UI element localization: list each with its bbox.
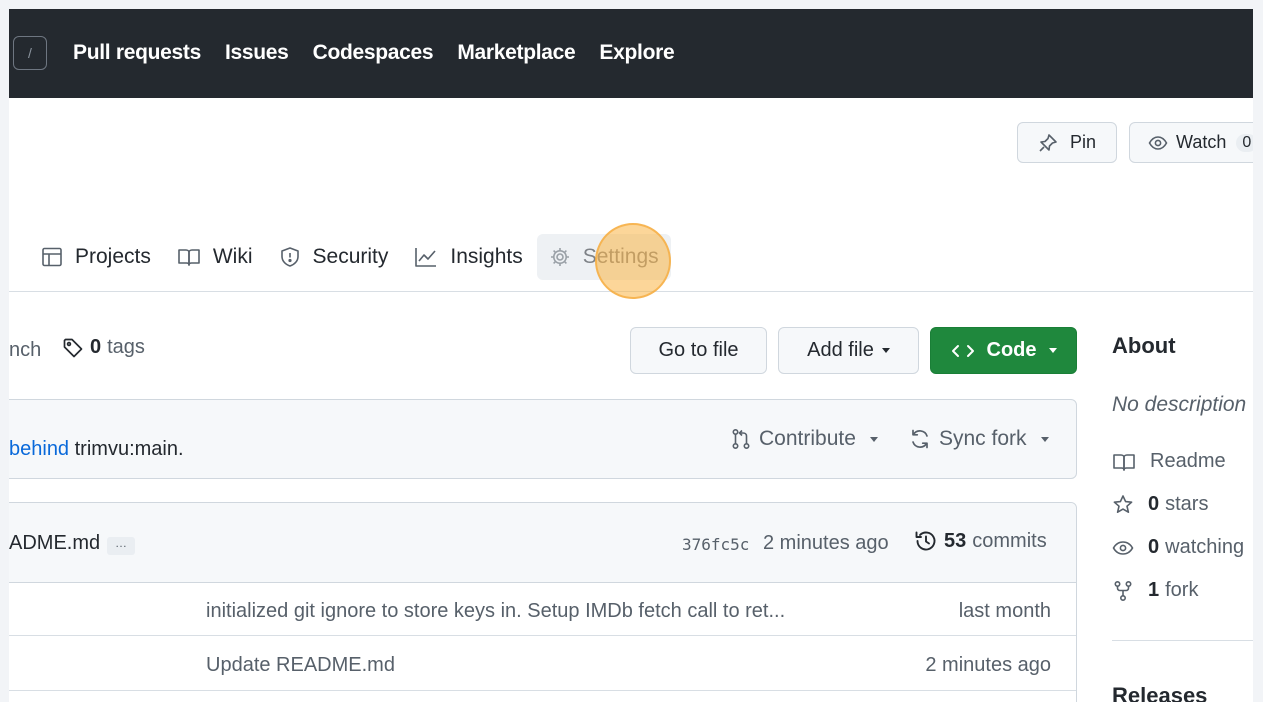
nav-issues[interactable]: Issues (225, 41, 289, 65)
go-to-file-button[interactable]: Go to file (630, 327, 767, 374)
tags-link[interactable]: 0 tags (62, 336, 145, 359)
about-heading: About (1112, 333, 1176, 358)
watch-count: 0 (1236, 133, 1253, 152)
forks-count: 1 (1148, 579, 1160, 601)
behind-link[interactable]: behind (9, 438, 69, 460)
table-icon (42, 247, 62, 267)
commit-time: 2 minutes ago (763, 532, 889, 554)
file-row-commit-message[interactable]: Update README.md (206, 654, 395, 677)
fork-icon (1114, 580, 1132, 601)
nav-codespaces[interactable]: Codespaces (313, 41, 434, 65)
tags-count: 0 (90, 336, 102, 358)
add-file-button[interactable]: Add file (778, 327, 919, 374)
sync-fork-label: Sync fork (939, 427, 1027, 450)
stars-count: 0 (1148, 493, 1160, 515)
tab-projects[interactable]: Projects (29, 234, 163, 280)
commits-link[interactable]: 53 commits (914, 529, 1047, 553)
about-description: No description (1112, 393, 1247, 416)
book-icon (178, 249, 200, 266)
repo-tabs: Projects Wiki Security Insights Settings (29, 234, 673, 280)
file-row-age: last month (958, 600, 1051, 622)
row-divider (9, 690, 1076, 691)
file-row-age: 2 minutes ago (925, 654, 1051, 676)
chevron-down-icon (869, 436, 878, 442)
global-nav: Pull requests Issues Codespaces Marketpl… (73, 41, 675, 65)
nav-explore[interactable]: Explore (599, 41, 674, 65)
forks-link[interactable]: 1 fork (1112, 579, 1198, 602)
row-divider (9, 635, 1076, 636)
tab-projects-label: Projects (75, 245, 151, 268)
eye-icon (1148, 135, 1168, 150)
tab-insights-label: Insights (450, 245, 523, 268)
pull-request-icon (732, 428, 750, 450)
sync-icon (912, 429, 928, 449)
watch-label: Watch (1176, 132, 1227, 152)
book-icon (1113, 453, 1135, 471)
code-label: Code (986, 339, 1037, 361)
nav-pull-requests[interactable]: Pull requests (73, 41, 201, 65)
graph-icon (415, 248, 437, 267)
code-icon (951, 344, 974, 357)
watch-button[interactable]: Watch 0 (1129, 122, 1253, 163)
watching-label: watching (1165, 536, 1245, 558)
star-icon (1113, 494, 1133, 513)
watching-link[interactable]: 0 watching (1112, 536, 1244, 559)
history-icon (915, 531, 936, 551)
commits-count: 53 (944, 529, 967, 552)
chevron-down-icon (881, 348, 890, 353)
tab-wiki[interactable]: Wiki (165, 234, 265, 280)
file-row-commit-message[interactable]: initialized git ignore to store keys in.… (206, 600, 785, 623)
latest-commit-message[interactable]: ADME.md (9, 532, 100, 555)
tabs-divider (9, 291, 1253, 292)
pin-label: Pin (1069, 132, 1096, 152)
expand-commit-button[interactable]: … (107, 537, 135, 555)
forks-label: fork (1165, 579, 1199, 601)
eye-icon (1112, 540, 1134, 555)
shield-icon (280, 247, 299, 267)
readme-label: Readme (1150, 450, 1226, 472)
tab-security-label: Security (312, 245, 389, 268)
readme-link[interactable]: Readme (1112, 450, 1226, 473)
search-shortcut-key[interactable]: / (13, 36, 47, 70)
chevron-down-icon (1040, 436, 1049, 442)
tab-insights[interactable]: Insights (402, 234, 534, 280)
commit-sha[interactable]: 376fc5c (682, 535, 749, 554)
sync-fork-button[interactable]: Sync fork (909, 427, 1049, 451)
branch-count-text[interactable]: nch (9, 339, 41, 362)
go-to-file-label: Go to file (658, 339, 739, 361)
sidebar-divider (1112, 640, 1253, 641)
code-button[interactable]: Code (930, 327, 1077, 374)
tag-icon (63, 338, 83, 357)
watching-count: 0 (1148, 536, 1160, 558)
releases-heading[interactable]: Releases (1112, 683, 1207, 702)
tab-settings[interactable]: Settings (536, 234, 671, 280)
add-file-label: Add file (807, 339, 874, 361)
gear-icon (550, 248, 569, 266)
stars-link[interactable]: 0 stars (1112, 493, 1208, 516)
pin-icon (1039, 133, 1057, 152)
browser-viewport: / Pull requests Issues Codespaces Market… (9, 9, 1253, 702)
tab-wiki-label: Wiki (212, 245, 253, 268)
tags-label: tags (107, 336, 145, 358)
pin-button[interactable]: Pin (1017, 122, 1117, 163)
stars-label: stars (1165, 493, 1209, 515)
contribute-label: Contribute (759, 427, 856, 450)
global-header: / Pull requests Issues Codespaces Market… (9, 9, 1253, 98)
nav-marketplace[interactable]: Marketplace (457, 41, 575, 65)
fork-status-text: behind trimvu:main. (9, 438, 184, 461)
commits-label: commits (972, 529, 1047, 552)
chevron-down-icon (1048, 348, 1057, 353)
contribute-button[interactable]: Contribute (731, 427, 878, 451)
upstream-branch: trimvu:main. (74, 438, 184, 460)
tab-security[interactable]: Security (267, 234, 401, 280)
tab-settings-label: Settings (582, 245, 659, 268)
